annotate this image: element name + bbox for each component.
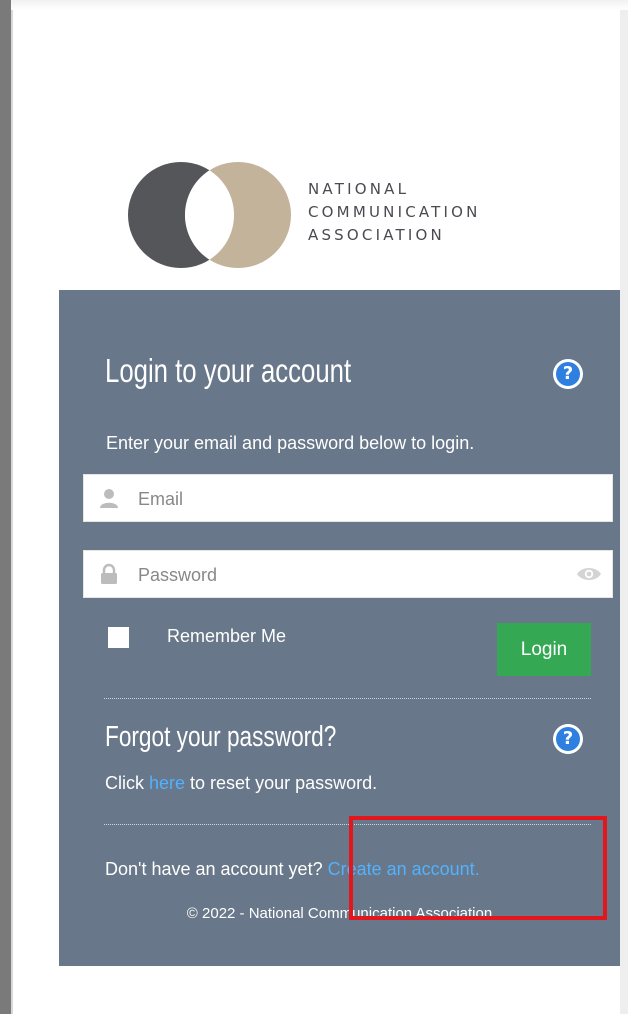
logo-circles-icon	[128, 162, 291, 268]
password-input[interactable]	[136, 551, 560, 599]
create-account-link[interactable]: Create an account.	[328, 859, 480, 879]
lock-icon	[101, 563, 117, 584]
reset-suffix: to reset your password.	[185, 773, 378, 793]
window-frame-top	[11, 0, 628, 10]
reset-password-link[interactable]: here	[149, 773, 185, 793]
remember-me-checkbox[interactable]	[108, 627, 129, 648]
login-button[interactable]: Login	[497, 623, 591, 676]
forgot-password-title: Forgot your password?	[105, 721, 337, 753]
signup-text: Don't have an account yet? Create an acc…	[105, 859, 480, 880]
divider	[104, 824, 591, 825]
logo-line-1: NATIONAL	[308, 180, 410, 198]
reset-password-text: Click here to reset your password.	[105, 773, 377, 794]
password-field-wrapper	[83, 550, 613, 599]
window-frame-edge	[11, 0, 13, 1014]
email-field-wrapper	[83, 474, 613, 523]
login-instructions: Enter your email and password below to l…	[106, 433, 475, 453]
nca-logo: NATIONAL COMMUNICATION ASSOCIATION	[128, 160, 518, 270]
login-title: Login to your account	[105, 352, 352, 389]
signup-prompt: Don't have an account yet?	[105, 859, 328, 879]
window-frame-left	[0, 0, 11, 1014]
user-icon	[100, 489, 118, 508]
divider	[104, 698, 591, 699]
question-mark-icon: ?	[556, 362, 580, 386]
logo-line-2: COMMUNICATION	[308, 203, 481, 221]
login-help-icon[interactable]: ?	[553, 359, 583, 389]
copyright-footer: © 2022 - National Communication Associat…	[186, 905, 493, 922]
remember-me-label[interactable]: Remember Me	[167, 626, 286, 647]
question-mark-icon: ?	[556, 727, 580, 751]
forgot-help-icon[interactable]: ?	[553, 724, 583, 754]
email-input[interactable]	[136, 475, 560, 523]
window-frame-right	[620, 10, 628, 1014]
logo-line-3: ASSOCIATION	[308, 226, 445, 244]
reset-prefix: Click	[105, 773, 149, 793]
logo-wordmark: NATIONAL COMMUNICATION ASSOCIATION	[308, 178, 481, 247]
show-password-eye-icon[interactable]	[576, 565, 602, 583]
